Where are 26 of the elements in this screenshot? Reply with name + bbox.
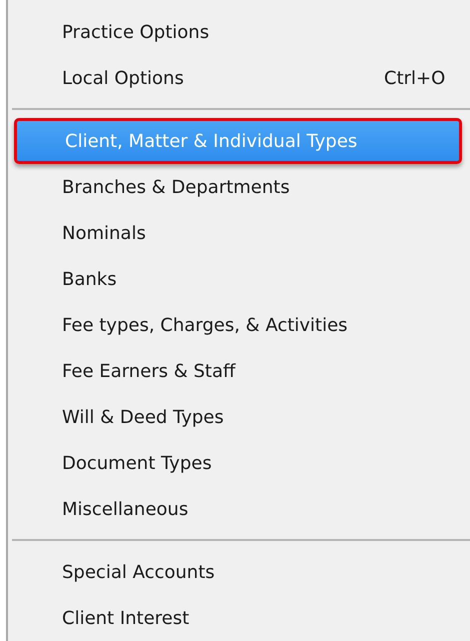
menu-item-label: Client, Matter & Individual Types (65, 130, 358, 152)
menu-item[interactable]: Branches & Departments (8, 164, 470, 210)
menu-item[interactable]: Nominals (8, 210, 470, 256)
menu-item-label: Client Interest (62, 608, 190, 628)
menu-item[interactable]: Will & Deed Types (8, 394, 470, 440)
menu-item[interactable]: Miscellaneous (8, 486, 470, 532)
menu-item[interactable]: Practice Options (8, 9, 470, 55)
menu-item-label: Branches & Departments (62, 176, 290, 198)
menu-item[interactable]: Fee types, Charges, & Activities (8, 302, 470, 348)
menu-item[interactable]: Fee Earners & Staff (8, 348, 470, 394)
menu-item[interactable]: Client Interest (8, 595, 470, 641)
menu-item-label: Special Accounts (62, 562, 215, 582)
menu-item-label: Practice Options (62, 22, 210, 42)
menu-item-label: Miscellaneous (62, 498, 188, 520)
menu-item[interactable]: Local Options Ctrl+O (8, 55, 470, 101)
menu-item[interactable]: Document Types (8, 440, 470, 486)
menu-item-label: Fee Earners & Staff (62, 360, 236, 382)
menu-item-label: Nominals (62, 222, 146, 244)
menu-item-label: Local Options (62, 68, 184, 88)
menu-item-label: Will & Deed Types (62, 406, 224, 428)
menu-item[interactable]: Banks (8, 256, 470, 302)
menu-item-label: Fee types, Charges, & Activities (62, 314, 348, 336)
menu-item-label: Banks (62, 268, 117, 290)
menu-item[interactable]: Special Accounts (8, 549, 470, 595)
shortcut-label: Ctrl+O (384, 68, 446, 88)
menu-item-label: Document Types (62, 452, 212, 474)
